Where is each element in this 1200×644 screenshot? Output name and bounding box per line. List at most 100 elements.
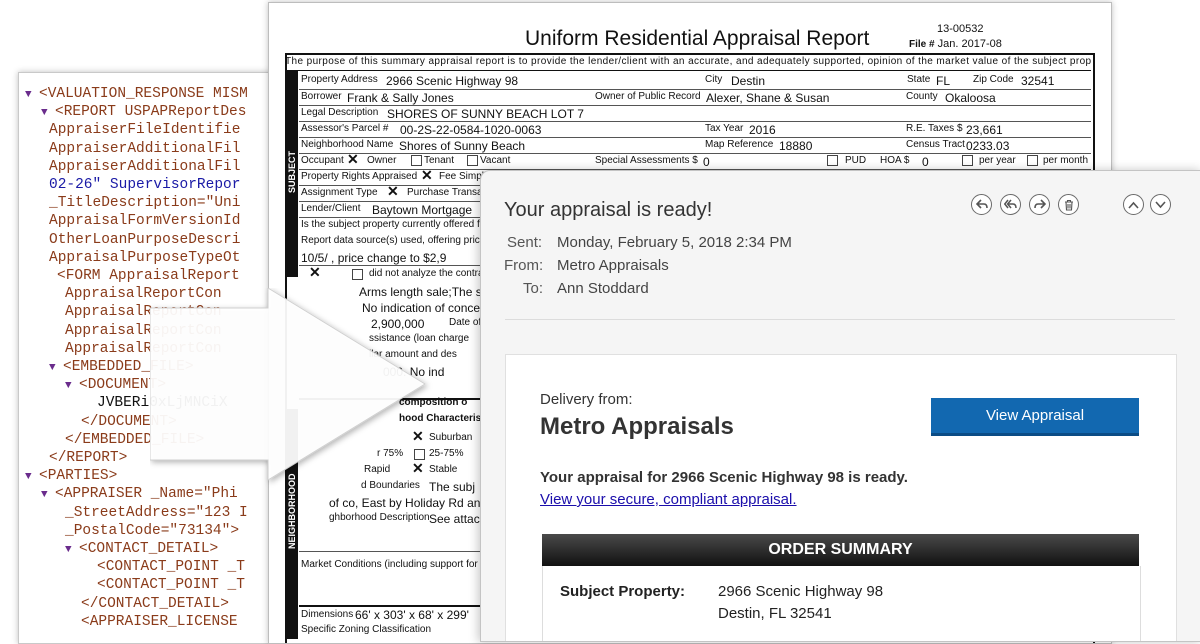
expand-triangle-icon[interactable]: ▼ xyxy=(65,377,79,395)
xml-line: <CONTACT_POINT _T xyxy=(97,558,245,576)
market-conditions-label: Market Conditions (including support for… xyxy=(301,559,495,570)
form-rule xyxy=(299,153,1091,154)
tax-year-value: 2016 xyxy=(749,123,776,137)
fee-simple-checkmark-icon: ✕ xyxy=(421,167,433,183)
analyzed-checkmark-icon: ✕ xyxy=(309,264,321,280)
reply-icon[interactable] xyxy=(971,194,992,215)
form-rule xyxy=(299,89,1091,90)
xml-tag-text: <CONTACT_DETAIL> xyxy=(79,541,219,557)
xml-tag-text: <CONTACT_POINT _T xyxy=(97,577,245,594)
xml-tag-text: <APPRAISER_LICENSE xyxy=(81,613,238,630)
data-source-label: Report data source(s) used, offering pri… xyxy=(301,235,498,246)
hoa-label: HOA $ xyxy=(880,155,910,166)
delivery-from-label: Delivery from: xyxy=(540,391,633,408)
expand-triangle-icon[interactable]: ▼ xyxy=(41,104,55,122)
owner-record-value: Alexer, Shane & Susan xyxy=(706,91,830,105)
xml-tag-text: </CONTACT_DETAIL> xyxy=(81,595,229,612)
purchase-option: Purchase Transac xyxy=(407,187,488,198)
date-of-contract-label: Date of xyxy=(449,317,482,328)
per-month-checkbox xyxy=(1027,155,1038,166)
xml-tag-text: _TitleDescription="Uni xyxy=(49,195,241,212)
xml-tag-text: _StreetAddress="123 I xyxy=(65,504,248,521)
parcel-value: 00-2S-22-0584-1020-0063 xyxy=(400,123,542,137)
xml-tag-text: AppraiserAdditionalFil xyxy=(49,140,241,157)
zip-value: 32541 xyxy=(1021,74,1055,88)
email-body-card: Delivery from: Metro Appraisals View App… xyxy=(505,354,1177,641)
xml-tag-text: <APPRAISER _Name="Phi xyxy=(55,486,238,503)
xml-line: AppraiserAdditionalFil xyxy=(49,158,240,176)
xml-line: <FORM AppraisalReport xyxy=(57,267,240,285)
not-analyzed-checkbox xyxy=(352,269,363,280)
map-reference-label: Map Reference xyxy=(705,139,774,150)
xml-tag-text: <VALUATION_RESPONSE MISM xyxy=(39,86,248,102)
re-taxes-label: R.E. Taxes $ xyxy=(906,123,963,134)
tax-year-label: Tax Year xyxy=(705,123,744,134)
fee-simple-option: Fee Simpl xyxy=(439,171,485,182)
xml-line: OtherLoanPurposeDescri xyxy=(49,231,240,249)
tenant-option: Tenant xyxy=(424,155,455,166)
sent-value: Monday, February 5, 2018 2:34 PM xyxy=(557,234,792,251)
zip-label: Zip Code xyxy=(973,74,1014,85)
xml-line: AppraiserFileIdentifie xyxy=(49,121,240,139)
from-label: From: xyxy=(504,257,544,274)
xml-line: _PostalCode="73134"> xyxy=(65,522,239,540)
form-rule xyxy=(299,105,1091,106)
xml-line: AppraisalFormVersionId xyxy=(49,212,240,230)
sent-label: Sent: xyxy=(507,234,543,251)
neighborhood-name-value: Shores of Sunny Beach xyxy=(399,139,526,153)
expand-triangle-icon[interactable]: ▼ xyxy=(25,86,39,104)
xml-line: <APPRAISER_LICENSE xyxy=(81,613,238,631)
census-tract-label: Census Tract xyxy=(906,139,965,150)
previous-message-icon[interactable] xyxy=(1123,194,1144,215)
legal-description-value: SHORES OF SUNNY BEACH LOT 7 xyxy=(387,107,584,121)
tenant-checkbox xyxy=(411,155,422,166)
xml-line: ▼ <PARTIES> xyxy=(25,467,117,486)
special-assessments-label: Special Assessments $ xyxy=(595,155,698,166)
xml-line: ▼ <VALUATION_RESPONSE MISM xyxy=(25,85,248,104)
expand-triangle-icon[interactable]: ▼ xyxy=(41,486,55,504)
boundaries-line-2: of co, East by Holiday Rd an xyxy=(329,496,481,510)
xml-tag-text: AppraiserAdditionalFil xyxy=(49,158,241,175)
vacant-checkbox xyxy=(467,155,478,166)
lender-label: Lender/Client xyxy=(301,203,361,214)
expand-triangle-icon[interactable]: ▼ xyxy=(49,359,63,377)
price-change-line: 10/5/ , price change to $2,9 xyxy=(301,251,447,265)
forward-icon[interactable] xyxy=(1029,194,1050,215)
xml-line: ▼ <APPRAISER _Name="Phi xyxy=(41,485,238,504)
offered-question: Is the subject property currently offere… xyxy=(301,219,497,230)
county-label: County xyxy=(906,91,938,102)
file-date-row: File # Jan. 2017-08 xyxy=(909,38,1002,50)
company-name: Metro Appraisals xyxy=(540,413,734,440)
special-assessments-value: 0 xyxy=(703,155,710,169)
dimensions-label: Dimensions xyxy=(301,609,354,620)
expand-triangle-icon[interactable]: ▼ xyxy=(65,541,79,559)
xml-tag-text: <REPORT USPAPReportDes xyxy=(55,104,247,121)
file-label: File # xyxy=(909,39,935,50)
purchase-checkmark-icon: ✕ xyxy=(387,183,399,199)
xml-tag-text: <PARTIES> xyxy=(39,468,118,485)
xml-tag-text: AppraisalFormVersionId xyxy=(49,213,241,230)
xml-line: _TitleDescription="Uni xyxy=(49,194,240,212)
next-message-icon[interactable] xyxy=(1150,194,1171,215)
owner-record-label: Owner of Public Record xyxy=(595,91,701,102)
xml-tag-text: AppraisalPurposeTypeOt xyxy=(49,249,241,266)
xml-line: 02-26" SupervisorRepor xyxy=(49,176,240,194)
reply-all-icon[interactable] xyxy=(1000,194,1021,215)
view-appraisal-button[interactable]: View Appraisal xyxy=(931,398,1139,436)
expand-triangle-icon[interactable]: ▼ xyxy=(25,468,39,486)
vacant-option: Vacant xyxy=(480,155,511,166)
trash-icon[interactable] xyxy=(1058,194,1079,215)
neighborhood-description-value: See attac xyxy=(429,512,480,526)
xml-tag-text: <FORM AppraisalReport xyxy=(57,268,240,284)
re-taxes-value: 23,661 xyxy=(966,123,1003,137)
file-number: 13-00532 xyxy=(937,23,984,35)
xml-line: AppraisalPurposeTypeOt xyxy=(49,249,240,267)
city-value: Destin xyxy=(731,74,766,88)
property-address-value: 2966 Scenic Highway 98 xyxy=(386,74,519,88)
subject-address-line-1: 2966 Scenic Highway 98 xyxy=(718,583,884,600)
view-secure-appraisal-link[interactable]: View your secure, compliant appraisal. xyxy=(540,491,797,508)
xml-tag-text: _PostalCode="73134"> xyxy=(65,522,240,539)
city-label: City xyxy=(705,74,723,85)
xml-line: ▼ <REPORT USPAPReportDes xyxy=(41,103,246,122)
subject-address-line-2: Destin, FL 32541 xyxy=(718,605,832,622)
